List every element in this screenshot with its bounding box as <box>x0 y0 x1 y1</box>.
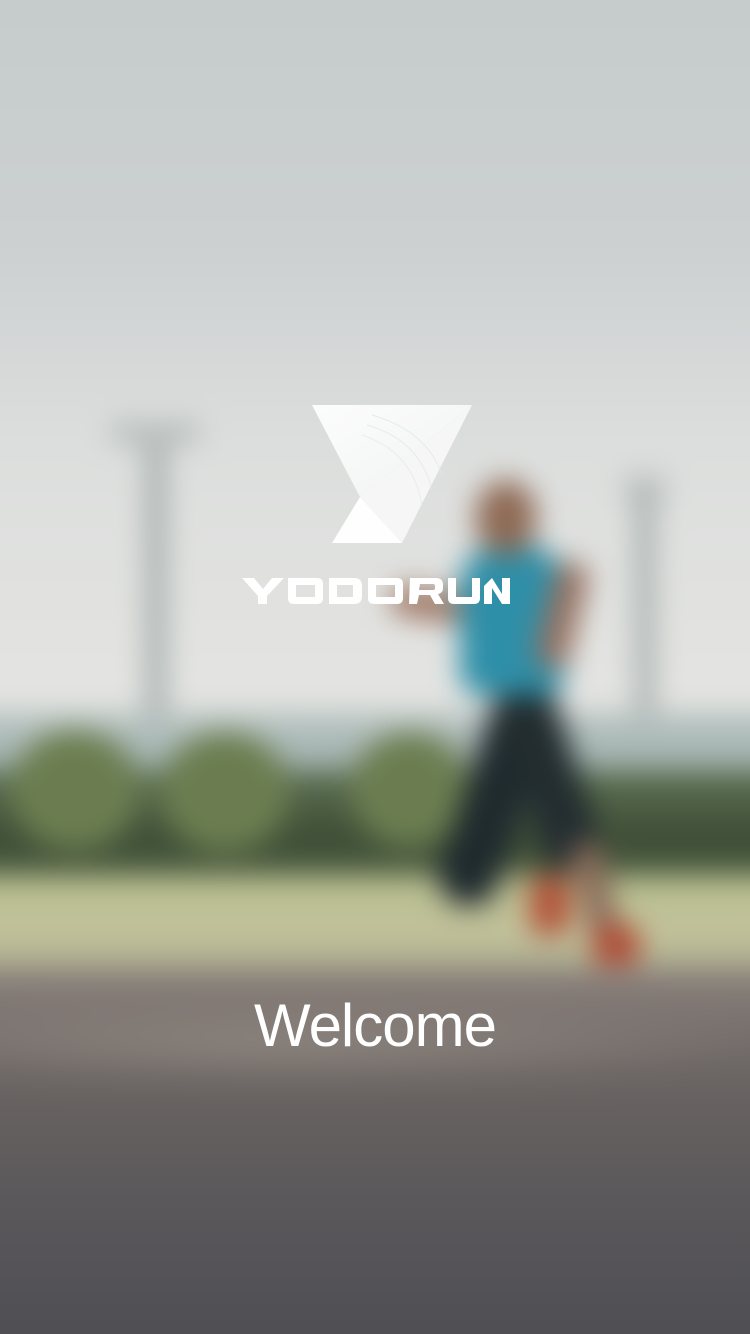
runner-shoe <box>530 875 570 935</box>
brand-wordmark <box>242 578 510 604</box>
background-photo <box>0 0 750 1334</box>
splash-screen: Welcome <box>0 0 750 1334</box>
light-pole-head <box>110 422 200 444</box>
light-pole <box>145 430 167 760</box>
background-tree <box>160 732 290 852</box>
welcome-title: Welcome <box>254 992 497 1059</box>
runner-head <box>475 480 537 556</box>
background-tree <box>10 730 140 850</box>
light-pole-head <box>625 475 665 505</box>
runner-shoe <box>592 925 640 965</box>
background-grass <box>0 875 750 975</box>
yodo-run-triangle-logo-icon <box>312 405 472 543</box>
